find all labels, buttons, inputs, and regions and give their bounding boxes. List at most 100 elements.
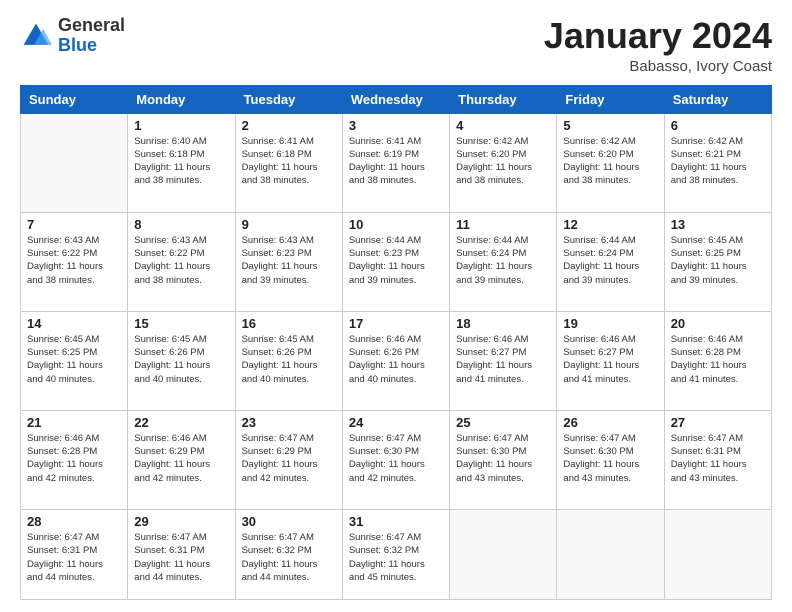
day-number: 16 <box>242 316 336 331</box>
header-monday: Monday <box>128 85 235 113</box>
day-number: 27 <box>671 415 765 430</box>
day-number: 26 <box>563 415 657 430</box>
table-row: 8 Sunrise: 6:43 AMSunset: 6:22 PMDaylight… <box>128 212 235 311</box>
day-number: 17 <box>349 316 443 331</box>
day-info: Sunrise: 6:44 AMSunset: 6:24 PMDaylight:… <box>456 234 550 287</box>
day-info: Sunrise: 6:47 AMSunset: 6:31 PMDaylight:… <box>27 531 121 584</box>
table-row: 17Sunrise: 6:46 AMSunset: 6:26 PMDayligh… <box>342 311 449 410</box>
day-number: 30 <box>242 514 336 529</box>
table-row: 27 Sunrise: 6:47 AMSunset: 6:31 PMDayligh… <box>664 410 771 509</box>
table-row: 24Sunrise: 6:47 AMSunset: 6:30 PMDayligh… <box>342 410 449 509</box>
logo-blue: Blue <box>58 35 97 55</box>
day-number: 5 <box>563 118 657 133</box>
day-info: Sunrise: 6:41 AMSunset: 6:18 PMDaylight:… <box>242 135 336 188</box>
table-row: 22 Sunrise: 6:46 AMSunset: 6:29 PMDayligh… <box>128 410 235 509</box>
table-row: 30 Sunrise: 6:47 AMSunset: 6:32 PMDayligh… <box>235 509 342 599</box>
day-info: Sunrise: 6:43 AMSunset: 6:22 PMDaylight:… <box>134 234 228 287</box>
table-row: 5 Sunrise: 6:42 AMSunset: 6:20 PMDaylight… <box>557 113 664 212</box>
day-info: Sunrise: 6:47 AMSunset: 6:31 PMDaylight:… <box>671 432 765 485</box>
table-row: 19 Sunrise: 6:46 AMSunset: 6:27 PMDayligh… <box>557 311 664 410</box>
table-row: 2 Sunrise: 6:41 AMSunset: 6:18 PMDaylight… <box>235 113 342 212</box>
table-row: 11 Sunrise: 6:44 AMSunset: 6:24 PMDayligh… <box>450 212 557 311</box>
day-info: Sunrise: 6:46 AMSunset: 6:29 PMDaylight:… <box>134 432 228 485</box>
day-info: Sunrise: 6:45 AMSunset: 6:26 PMDaylight:… <box>242 333 336 386</box>
table-row: 4 Sunrise: 6:42 AMSunset: 6:20 PMDaylight… <box>450 113 557 212</box>
day-info: Sunrise: 6:40 AMSunset: 6:18 PMDaylight:… <box>134 135 228 188</box>
table-row: 14 Sunrise: 6:45 AMSunset: 6:25 PMDayligh… <box>21 311 128 410</box>
table-row: 3 Sunrise: 6:41 AMSunset: 6:19 PMDaylight… <box>342 113 449 212</box>
day-info: Sunrise: 6:42 AMSunset: 6:20 PMDaylight:… <box>456 135 550 188</box>
day-number: 6 <box>671 118 765 133</box>
table-row: 16 Sunrise: 6:45 AMSunset: 6:26 PMDayligh… <box>235 311 342 410</box>
day-info: Sunrise: 6:46 AMSunset: 6:27 PMDaylight:… <box>563 333 657 386</box>
table-row: 21Sunrise: 6:46 AMSunset: 6:28 PMDayligh… <box>21 410 128 509</box>
weekday-header-row: Sunday Monday Tuesday Wednesday Thursday… <box>21 85 772 113</box>
day-number: 8 <box>134 217 228 232</box>
table-row: 9 Sunrise: 6:43 AMSunset: 6:23 PMDaylight… <box>235 212 342 311</box>
header-sunday: Sunday <box>21 85 128 113</box>
day-info: Sunrise: 6:45 AMSunset: 6:25 PMDaylight:… <box>27 333 121 386</box>
day-number: 10 <box>349 217 443 232</box>
day-number: 9 <box>242 217 336 232</box>
logo: General Blue <box>20 16 125 56</box>
day-info: Sunrise: 6:46 AMSunset: 6:28 PMDaylight:… <box>671 333 765 386</box>
day-info: Sunrise: 6:47 AMSunset: 6:32 PMDaylight:… <box>242 531 336 584</box>
header-saturday: Saturday <box>664 85 771 113</box>
day-info: Sunrise: 6:41 AMSunset: 6:19 PMDaylight:… <box>349 135 443 188</box>
month-title: January 2024 <box>544 16 772 56</box>
table-row: 6 Sunrise: 6:42 AMSunset: 6:21 PMDaylight… <box>664 113 771 212</box>
day-info: Sunrise: 6:43 AMSunset: 6:23 PMDaylight:… <box>242 234 336 287</box>
table-row: 20 Sunrise: 6:46 AMSunset: 6:28 PMDayligh… <box>664 311 771 410</box>
table-row: 26Sunrise: 6:47 AMSunset: 6:30 PMDayligh… <box>557 410 664 509</box>
table-row <box>450 509 557 599</box>
day-number: 15 <box>134 316 228 331</box>
table-row <box>664 509 771 599</box>
calendar-table: Sunday Monday Tuesday Wednesday Thursday… <box>20 85 772 600</box>
day-number: 25 <box>456 415 550 430</box>
day-number: 12 <box>563 217 657 232</box>
table-row: 23 Sunrise: 6:47 AMSunset: 6:29 PMDayligh… <box>235 410 342 509</box>
day-number: 22 <box>134 415 228 430</box>
header-tuesday: Tuesday <box>235 85 342 113</box>
day-info: Sunrise: 6:46 AMSunset: 6:27 PMDaylight:… <box>456 333 550 386</box>
day-number: 31 <box>349 514 443 529</box>
day-number: 1 <box>134 118 228 133</box>
day-number: 20 <box>671 316 765 331</box>
day-info: Sunrise: 6:44 AMSunset: 6:24 PMDaylight:… <box>563 234 657 287</box>
title-block: January 2024 Babasso, Ivory Coast <box>544 16 772 75</box>
day-number: 14 <box>27 316 121 331</box>
table-row: 15Sunrise: 6:45 AMSunset: 6:26 PMDayligh… <box>128 311 235 410</box>
day-number: 23 <box>242 415 336 430</box>
day-number: 18 <box>456 316 550 331</box>
day-number: 19 <box>563 316 657 331</box>
day-number: 4 <box>456 118 550 133</box>
day-info: Sunrise: 6:42 AMSunset: 6:21 PMDaylight:… <box>671 135 765 188</box>
day-info: Sunrise: 6:47 AMSunset: 6:32 PMDaylight:… <box>349 531 443 584</box>
day-number: 21 <box>27 415 121 430</box>
table-row: 7Sunrise: 6:43 AMSunset: 6:22 PMDaylight… <box>21 212 128 311</box>
table-row: 25Sunrise: 6:47 AMSunset: 6:30 PMDayligh… <box>450 410 557 509</box>
table-row: 12 Sunrise: 6:44 AMSunset: 6:24 PMDayligh… <box>557 212 664 311</box>
day-number: 28 <box>27 514 121 529</box>
day-info: Sunrise: 6:47 AMSunset: 6:30 PMDaylight:… <box>349 432 443 485</box>
day-number: 13 <box>671 217 765 232</box>
header-friday: Friday <box>557 85 664 113</box>
day-info: Sunrise: 6:45 AMSunset: 6:25 PMDaylight:… <box>671 234 765 287</box>
header-wednesday: Wednesday <box>342 85 449 113</box>
day-info: Sunrise: 6:42 AMSunset: 6:20 PMDaylight:… <box>563 135 657 188</box>
page: General Blue January 2024 Babasso, Ivory… <box>0 0 792 612</box>
day-number: 11 <box>456 217 550 232</box>
day-number: 2 <box>242 118 336 133</box>
table-row <box>21 113 128 212</box>
table-row: 1 Sunrise: 6:40 AMSunset: 6:18 PMDaylight… <box>128 113 235 212</box>
table-row: 31 Sunrise: 6:47 AMSunset: 6:32 PMDayligh… <box>342 509 449 599</box>
header: General Blue January 2024 Babasso, Ivory… <box>20 16 772 75</box>
table-row: 28 Sunrise: 6:47 AMSunset: 6:31 PMDayligh… <box>21 509 128 599</box>
table-row: 29Sunrise: 6:47 AMSunset: 6:31 PMDayligh… <box>128 509 235 599</box>
day-number: 7 <box>27 217 121 232</box>
day-number: 29 <box>134 514 228 529</box>
table-row: 13 Sunrise: 6:45 AMSunset: 6:25 PMDayligh… <box>664 212 771 311</box>
table-row <box>557 509 664 599</box>
day-info: Sunrise: 6:47 AMSunset: 6:29 PMDaylight:… <box>242 432 336 485</box>
day-number: 3 <box>349 118 443 133</box>
